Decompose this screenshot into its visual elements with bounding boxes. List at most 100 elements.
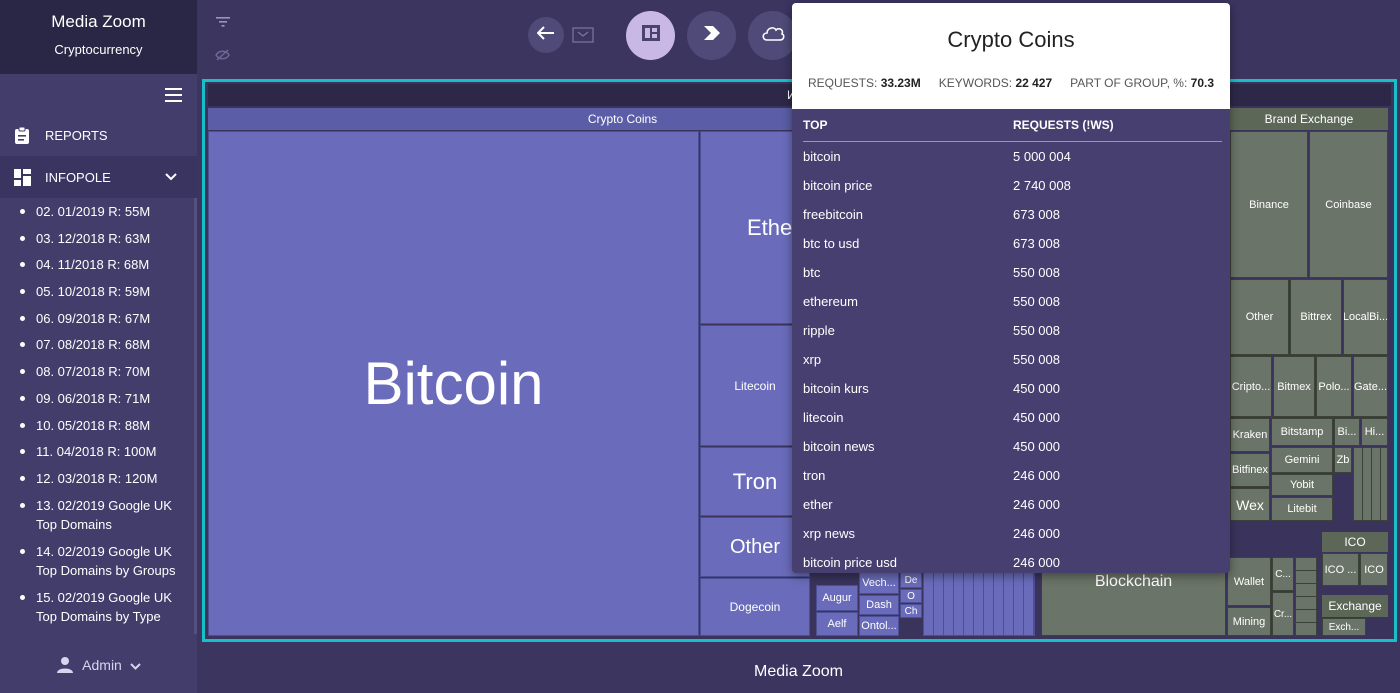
exchange-header: Exchange — [1322, 595, 1388, 617]
tile-small-exchanges[interactable] — [1353, 447, 1388, 521]
treemap-view-button[interactable] — [626, 11, 675, 60]
list-item[interactable]: 10. 05/2018 R: 88M — [0, 416, 194, 436]
tile-gemini[interactable]: Gemini — [1271, 447, 1333, 473]
list-item[interactable]: 04. 11/2018 R: 68M — [0, 255, 194, 275]
tile-bitmex[interactable]: Bitmex — [1273, 356, 1315, 417]
chevron-down-icon — [130, 657, 141, 673]
tile-mining[interactable]: Mining — [1227, 607, 1271, 636]
nav-reports-label: REPORTS — [45, 127, 108, 143]
list-item[interactable]: 03. 12/2018 R: 63M — [0, 229, 194, 249]
list-item[interactable]: 12. 03/2018 R: 120M — [0, 469, 194, 489]
tile-cr[interactable]: Cr... — [1272, 592, 1294, 636]
nav-infopole[interactable]: INFOPOLE — [0, 156, 197, 198]
tile-ico[interactable]: ICO ... — [1322, 553, 1359, 586]
tile-wex[interactable]: Wex — [1230, 488, 1270, 521]
stat-requests: REQUESTS: 33.23M — [808, 76, 921, 90]
sidebar: Media Zoom Cryptocurrency REPORTS INFOPO… — [0, 0, 197, 693]
tile-kraken[interactable]: Kraken — [1230, 418, 1270, 452]
image-icon[interactable] — [572, 27, 594, 48]
tile-o[interactable]: O — [900, 589, 922, 603]
user-name: Admin — [82, 657, 122, 673]
eye-off-icon[interactable] — [215, 48, 230, 66]
table-row: ripple 550 008 — [803, 323, 1060, 338]
nav-infopole-label: INFOPOLE — [45, 169, 111, 185]
tile-hi[interactable]: Hi... — [1361, 418, 1388, 446]
tile-bi[interactable]: Bi... — [1334, 418, 1360, 446]
user-icon — [56, 656, 74, 674]
clipboard-icon — [13, 126, 31, 144]
tile-cripto[interactable]: Cripto... — [1230, 356, 1272, 417]
tooltip-stats: REQUESTS: 33.23M KEYWORDS: 22 427 PART O… — [792, 53, 1230, 90]
stat-group-share: PART OF GROUP, %: 70.3 — [1070, 76, 1214, 90]
tile-aelf[interactable]: Aelf — [816, 612, 858, 636]
table-row: litecoin 450 000 — [803, 410, 1060, 425]
tile-bitstamp[interactable]: Bitstamp — [1271, 418, 1333, 446]
arrow-left-icon — [536, 25, 555, 45]
tile-ontology[interactable]: Ontol... — [859, 616, 899, 636]
col-top: TOP — [803, 118, 828, 132]
tile-dogecoin[interactable]: Dogecoin — [700, 578, 810, 636]
table-row: tron 246 000 — [803, 468, 1060, 483]
hamburger-icon[interactable] — [165, 88, 182, 106]
tile-bitfinex[interactable]: Bitfinex — [1230, 453, 1270, 487]
keyword-table: TOP REQUESTS (!WS) bitcoin 5 000 004 bitc… — [792, 109, 1230, 573]
chevron-down-icon[interactable] — [165, 170, 177, 184]
forward-button[interactable] — [687, 11, 736, 60]
list-item[interactable]: 13. 02/2019 Google UK Top Domains — [0, 496, 194, 535]
tile-zb[interactable]: Zb — [1334, 447, 1352, 473]
table-row: ethereum 550 008 — [803, 294, 1060, 309]
nav-reports[interactable]: REPORTS — [0, 114, 197, 156]
stat-keywords: KEYWORDS: 22 427 — [938, 76, 1053, 90]
list-item[interactable]: 15. 02/2019 Google UK Top Domains by Typ… — [0, 588, 194, 627]
table-row: xrp news 246 000 — [803, 526, 1060, 541]
table-row: bitcoin price 2 740 008 — [803, 178, 1071, 193]
back-button[interactable] — [528, 17, 564, 53]
tile-binance[interactable]: Binance — [1230, 131, 1308, 278]
tile-coinbase[interactable]: Coinbase — [1309, 131, 1388, 278]
table-row: btc 550 008 — [803, 265, 1060, 280]
layout-icon — [641, 25, 660, 46]
tile-bitcoin[interactable]: Bitcoin — [208, 131, 699, 636]
list-item[interactable]: 06. 09/2018 R: 67M — [0, 309, 194, 329]
list-item[interactable]: 11. 04/2018 R: 100M — [0, 442, 194, 462]
tile-localbitcoins[interactable]: LocalBi... — [1343, 279, 1388, 355]
tile-augur[interactable]: Augur — [816, 585, 858, 611]
ico-header: ICO — [1322, 532, 1388, 552]
tile-exchange-other[interactable]: Other — [1230, 279, 1289, 355]
cloud-icon — [761, 25, 785, 46]
tile-de[interactable]: De — [900, 572, 922, 588]
tooltip-title: Crypto Coins — [947, 27, 1075, 52]
tile-small-coins[interactable] — [923, 572, 1035, 636]
tile-exch[interactable]: Exch... — [1322, 618, 1366, 636]
list-item[interactable]: 09. 06/2018 R: 71M — [0, 389, 194, 409]
user-menu[interactable]: Admin — [0, 637, 197, 693]
list-item[interactable]: 08. 07/2018 R: 70M — [0, 362, 194, 382]
tile-dash[interactable]: Dash — [859, 595, 899, 615]
tile-ch[interactable]: Ch — [900, 604, 922, 618]
tile-c[interactable]: C... — [1272, 557, 1294, 591]
menu-toggle-row — [0, 74, 197, 114]
list-item[interactable]: 07. 08/2018 R: 68M — [0, 335, 194, 355]
tile-vechain[interactable]: Vech... — [859, 572, 899, 594]
list-item[interactable]: 05. 10/2018 R: 59M — [0, 282, 194, 302]
cloud-button[interactable] — [748, 11, 797, 60]
tile-gate[interactable]: Gate... — [1353, 356, 1388, 417]
app-subtitle: Cryptocurrency — [54, 42, 143, 57]
tile-yobit[interactable]: Yobit — [1271, 474, 1333, 496]
group-tooltip: Crypto Coins REQUESTS: 33.23M KEYWORDS: … — [792, 3, 1230, 573]
dashboard-icon — [13, 168, 31, 186]
tile-litebit[interactable]: Litebit — [1271, 497, 1333, 521]
tile-poloniex[interactable]: Polo... — [1316, 356, 1352, 417]
table-row: xrp 550 008 — [803, 352, 1060, 367]
brand: Media Zoom Cryptocurrency — [0, 0, 197, 74]
tile-ico-2[interactable]: ICO — [1360, 553, 1388, 586]
filter-icon[interactable] — [216, 14, 230, 32]
tile-wallet[interactable]: Wallet — [1227, 557, 1271, 606]
list-item[interactable]: 14. 02/2019 Google UK Top Domains by Gro… — [0, 542, 194, 581]
table-row: bitcoin 5 000 004 — [803, 149, 1071, 164]
table-row: bitcoin news 450 000 — [803, 439, 1060, 454]
chevron-right-icon — [703, 25, 721, 46]
tile-bittrex[interactable]: Bittrex — [1290, 279, 1342, 355]
list-item[interactable]: 02. 01/2019 R: 55M — [0, 202, 194, 222]
tile-small-misc[interactable] — [1295, 557, 1317, 636]
